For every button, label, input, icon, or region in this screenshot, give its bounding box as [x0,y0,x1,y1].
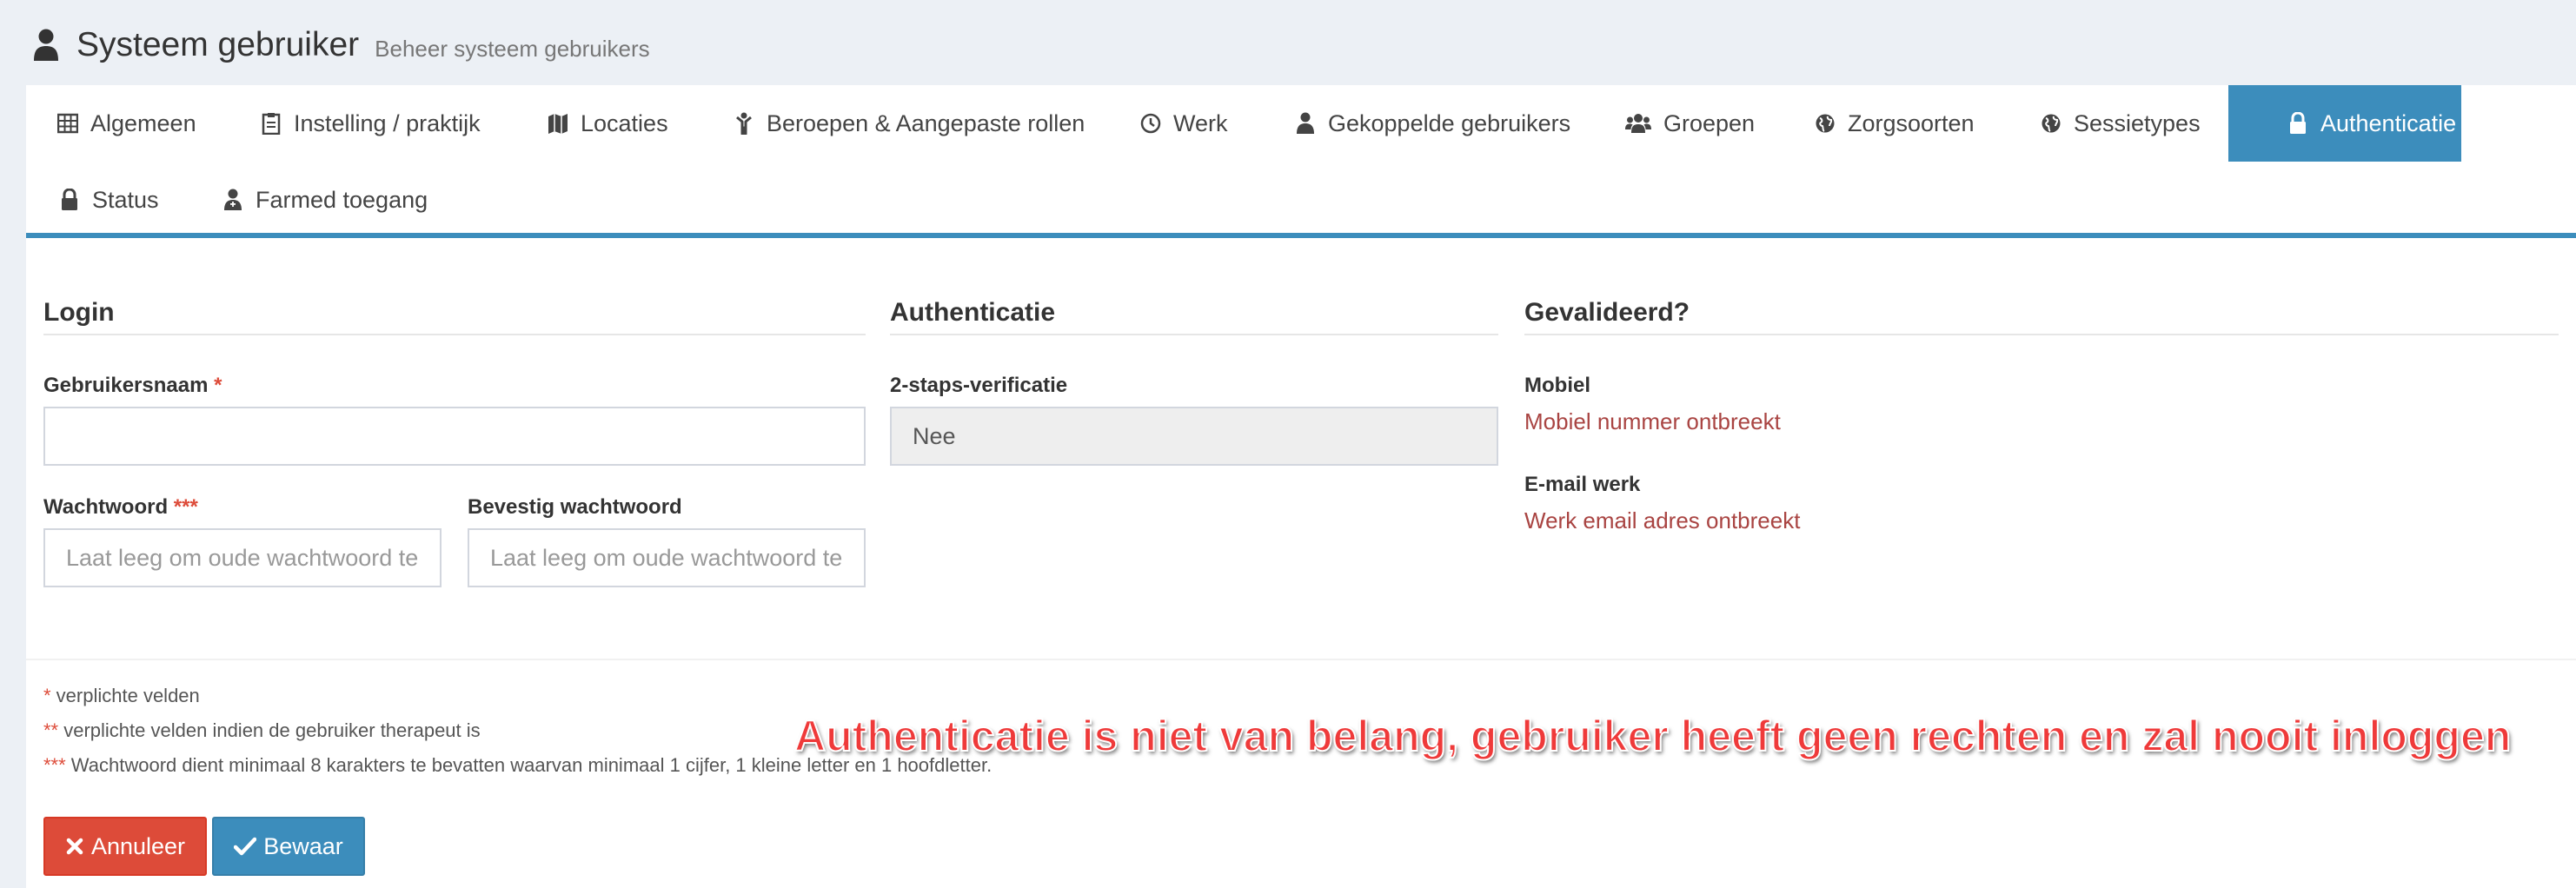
tab-authenticatie[interactable]: Authenticatie [2228,85,2461,162]
globe-icon [2041,112,2061,135]
tab-label: Algemeen [90,109,196,136]
required-marker: *** [173,495,198,519]
users-icon [1625,112,1651,135]
email-status: Werk email adres ontbreekt [1524,507,1801,533]
clock-icon [1140,112,1161,135]
close-icon [65,837,84,856]
section-title-gevalideerd: Gevalideerd? [1524,294,2559,335]
confirm-password-label: Bevestig wachtwoord [468,495,682,519]
mobile-label: Mobiel [1524,374,1590,397]
tab-label: Beroepen & Aangepaste rollen [767,109,1086,136]
table-icon [57,112,78,135]
clipboard-icon [261,112,282,135]
tab-label: Gekoppelde gebruikers [1328,109,1571,136]
note-required: * verplichte velden [43,685,200,706]
tab-gekoppelde-gebruikers[interactable]: Gekoppelde gebruikers [1295,85,1570,162]
section-title-login: Login [43,294,866,335]
tab-beroepen[interactable]: Beroepen & Aangepaste rollen [734,85,1085,162]
lock-icon [59,189,80,211]
user-md-icon [222,189,243,211]
cancel-button[interactable]: Annuleer [43,817,207,876]
child-icon [734,112,754,135]
page-header: Systeem gebruiker Beheer systeem gebruik… [33,19,650,71]
tab-label: Authenticatie [2320,109,2457,136]
annotation-text: Authenticatie is niet van belang, gebrui… [793,711,2512,761]
username-input[interactable] [43,407,866,466]
tab-farmed-toegang[interactable]: Farmed toegang [222,162,428,238]
two-step-label: 2-staps-verificatie [890,374,1068,397]
section-title-authenticatie: Authenticatie [890,294,1498,335]
tab-status[interactable]: Status [59,162,159,238]
lock-icon [2287,112,2308,135]
tab-sessietypes[interactable]: Sessietypes [2041,85,2201,162]
divider [26,659,2576,660]
tab-label: Zorgsoorten [1848,109,1975,136]
email-label: E-mail werk [1524,473,1641,496]
page-title: Systeem gebruiker [76,26,360,63]
tab-label: Status [92,186,159,213]
map-icon [548,112,568,135]
note-therapist-required: ** verplichte velden indien de gebruiker… [43,719,481,741]
check-icon [234,837,257,856]
password-label: Wachtwoord *** [43,495,198,519]
tab-label: Werk [1173,109,1228,136]
two-step-select[interactable] [890,407,1498,466]
tab-werk[interactable]: Werk [1140,85,1228,162]
user-icon [1295,112,1316,135]
required-marker: * [214,374,222,397]
tab-groepen[interactable]: Groepen [1625,85,1755,162]
user-icon [33,29,59,62]
save-button[interactable]: Bewaar [212,817,365,876]
tab-label: Sessietypes [2074,109,2201,136]
tab-instelling-praktijk[interactable]: Instelling / praktijk [261,85,481,162]
tab-label: Groepen [1663,109,1756,136]
globe-icon [1815,112,1836,135]
tab-algemeen[interactable]: Algemeen [57,85,196,162]
tab-bar: Algemeen Instelling / praktijk Locaties … [26,85,2576,238]
page-subtitle: Beheer systeem gebruikers [375,35,650,62]
mobile-status: Mobiel nummer ontbreekt [1524,408,1781,434]
tab-label: Farmed toegang [256,186,428,213]
tab-label: Instelling / praktijk [294,109,481,136]
password-input[interactable] [43,528,442,587]
username-label: Gebruikersnaam * [43,374,222,397]
confirm-password-input[interactable] [468,528,866,587]
content-box: Algemeen Instelling / praktijk Locaties … [26,85,2576,888]
tab-zorgsoorten[interactable]: Zorgsoorten [1815,85,1975,162]
tab-locaties[interactable]: Locaties [548,85,668,162]
tab-label: Locaties [581,109,668,136]
